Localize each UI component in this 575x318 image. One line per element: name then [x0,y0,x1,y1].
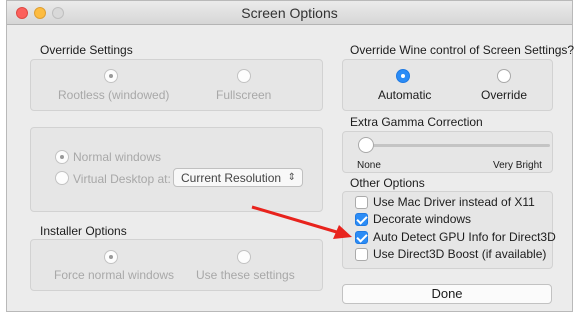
override-settings-label: Override Settings [40,43,133,57]
override-label: Override [481,88,528,102]
done-button[interactable]: Done [342,284,552,304]
rootless-radio[interactable] [104,69,118,83]
window-title: Screen Options [241,5,338,21]
normal-windows-radio[interactable] [55,150,69,164]
direct3d-boost-label: Use Direct3D Boost (if available) [373,247,547,261]
wine-control-group [342,59,553,111]
virtual-desktop-label: Virtual Desktop at: [73,172,171,186]
automatic-radio[interactable] [396,69,410,83]
mac-driver-label: Use Mac Driver instead of X11 [373,195,535,209]
gamma-min-label: None [357,160,381,171]
override-radio[interactable] [497,69,511,83]
fullscreen-label: Fullscreen [216,88,272,102]
decorate-windows-checkbox[interactable] [355,213,368,226]
override-settings-group [30,59,323,111]
automatic-label: Automatic [378,88,432,102]
decorate-windows-label: Decorate windows [373,212,472,226]
installer-options-label: Installer Options [40,224,127,238]
fullscreen-radio[interactable] [237,69,251,83]
force-normal-label: Force normal windows [54,268,175,282]
virtual-desktop-radio[interactable] [55,171,69,185]
normal-windows-label: Normal windows [73,150,162,164]
resolution-value: Current Resolution [181,171,282,185]
mac-driver-checkbox[interactable] [355,196,368,209]
use-these-settings-radio[interactable] [237,250,251,264]
title-bar[interactable]: Screen Options [7,1,572,25]
auto-detect-gpu-label: Auto Detect GPU Info for Direct3D [373,230,556,244]
gamma-slider-knob[interactable] [358,137,374,153]
wine-control-label: Override Wine control of Screen Settings… [350,43,575,57]
rootless-label: Rootless (windowed) [58,88,170,102]
direct3d-boost-checkbox[interactable] [355,248,368,261]
chevron-up-down-icon: ⇕ [287,172,296,183]
force-normal-radio[interactable] [104,250,118,264]
installer-options-group [30,239,323,291]
gamma-slider-track[interactable] [360,144,550,147]
auto-detect-gpu-checkbox[interactable] [355,231,368,244]
gamma-label: Extra Gamma Correction [350,115,483,129]
use-these-settings-label: Use these settings [196,268,295,282]
gamma-max-label: Very Bright [493,160,542,171]
other-options-label: Other Options [350,176,425,190]
resolution-popup[interactable]: Current Resolution ⇕ [173,168,303,187]
